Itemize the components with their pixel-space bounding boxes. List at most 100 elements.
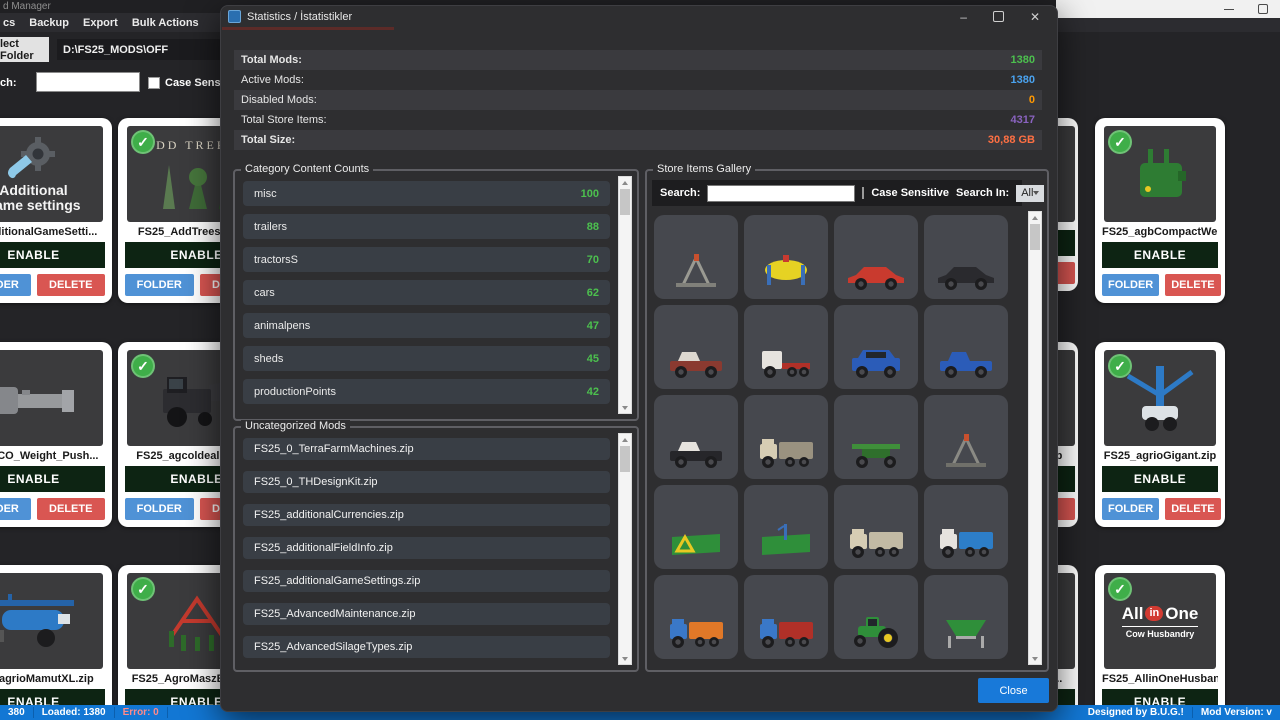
uncategorized-mod-row[interactable]: FS25_0_TerraFarmMachines.zip bbox=[243, 438, 610, 460]
store-item-tile[interactable] bbox=[924, 215, 1008, 299]
scrollbar-thumb[interactable] bbox=[620, 189, 630, 215]
dialog-close-icon[interactable]: ✕ bbox=[1030, 11, 1040, 23]
uncategorized-mod-row[interactable]: FS25_0_THDesignKit.zip bbox=[243, 471, 610, 493]
minimize-icon[interactable] bbox=[1224, 9, 1234, 10]
stat-row: Total Size:30,88 GB bbox=[234, 130, 1042, 150]
close-button[interactable]: Close bbox=[978, 678, 1049, 703]
store-item-tile[interactable] bbox=[834, 395, 918, 479]
uncategorized-mod-row[interactable]: FS25_AdvancedSilageTypes.zip bbox=[243, 636, 610, 658]
category-count: 100 bbox=[581, 188, 599, 200]
store-item-tile[interactable] bbox=[834, 305, 918, 389]
category-row[interactable]: productionPoints 42 bbox=[243, 379, 610, 404]
enable-button[interactable]: ENABLE bbox=[1102, 466, 1218, 492]
store-item-tile[interactable] bbox=[924, 575, 1008, 659]
menu-item-export[interactable]: Export bbox=[83, 17, 118, 29]
stat-label: Disabled Mods: bbox=[241, 94, 317, 106]
store-item-tile[interactable] bbox=[654, 215, 738, 299]
stats-summary: Total Mods:1380Active Mods:1380Disabled … bbox=[234, 50, 1042, 150]
store-item-tile[interactable] bbox=[744, 575, 828, 659]
category-row[interactable]: cars62 bbox=[243, 280, 610, 305]
scrollbar-thumb[interactable] bbox=[1030, 224, 1040, 250]
scrollbar-thumb[interactable] bbox=[620, 446, 630, 472]
uncategorized-mod-row[interactable]: FS25_additionalGameSettings.zip bbox=[243, 570, 610, 592]
folder-button[interactable]: FOLDER bbox=[1102, 274, 1159, 296]
uncategorized-groupbox: Uncategorized Mods FS25_0_TerraFarmMachi… bbox=[233, 426, 639, 672]
scroll-down-icon[interactable] bbox=[619, 653, 631, 664]
stat-label: Active Mods: bbox=[241, 74, 304, 86]
case-sensitive-checkbox[interactable] bbox=[148, 77, 160, 89]
status-segment: Mod Version: v bbox=[1193, 707, 1280, 718]
weight-green-icon bbox=[1120, 143, 1200, 205]
store-item-tile[interactable] bbox=[654, 395, 738, 479]
stat-value: 4317 bbox=[1011, 114, 1035, 126]
store-item-tile[interactable] bbox=[834, 215, 918, 299]
category-name: productionPoints bbox=[254, 386, 336, 398]
gallery-case-sensitive-checkbox[interactable] bbox=[862, 187, 864, 199]
category-row[interactable]: tractorsS70 bbox=[243, 247, 610, 272]
folder-button[interactable]: FOLDER bbox=[1102, 498, 1159, 520]
folder-button[interactable]: FOLDER bbox=[125, 274, 194, 296]
mod-thumbnail: ✓AllinOneCow Husbandry bbox=[1104, 573, 1216, 669]
mod-filename: 5_AGCO_Weight_Push... bbox=[0, 450, 105, 462]
search-input[interactable] bbox=[36, 72, 140, 92]
delete-button[interactable]: DELETE bbox=[1165, 274, 1220, 296]
store-item-tile[interactable] bbox=[654, 575, 738, 659]
store-item-tile[interactable] bbox=[834, 485, 918, 569]
category-count: 42 bbox=[587, 386, 599, 398]
category-row[interactable]: animalpens47 bbox=[243, 313, 610, 338]
store-item-tile[interactable] bbox=[744, 485, 828, 569]
dialog-accent-bar bbox=[222, 27, 394, 30]
category-scrollbar[interactable] bbox=[618, 176, 632, 414]
folder-button[interactable]: FOLDER bbox=[0, 498, 31, 520]
dialog-minimize-icon[interactable]: – bbox=[960, 11, 967, 23]
delete-button[interactable]: DELETE bbox=[37, 274, 106, 296]
uncategorized-mod-row[interactable]: FS25_additionalFieldInfo.zip bbox=[243, 537, 610, 559]
folder-path-field[interactable]: D:\FS25_MODS\OFF bbox=[57, 39, 220, 60]
uncategorized-mod-row[interactable]: FS25_additionalCurrencies.zip bbox=[243, 504, 610, 526]
enable-button[interactable]: ENABLE bbox=[0, 466, 105, 492]
scroll-down-icon[interactable] bbox=[619, 402, 631, 413]
enable-button[interactable]: ENABLE bbox=[0, 242, 105, 268]
category-row[interactable]: trailers88 bbox=[243, 214, 610, 239]
store-item-tile[interactable] bbox=[744, 305, 828, 389]
scroll-up-icon[interactable] bbox=[1029, 212, 1041, 223]
store-item-tile[interactable] bbox=[924, 395, 1008, 479]
category-row[interactable]: sheds45 bbox=[243, 346, 610, 371]
store-item-tile[interactable] bbox=[744, 395, 828, 479]
dialog-maximize-icon[interactable] bbox=[993, 11, 1004, 22]
status-ok-icon: ✓ bbox=[131, 577, 155, 601]
weight-gray-icon bbox=[0, 370, 80, 426]
store-item-tile[interactable] bbox=[834, 575, 918, 659]
delete-button[interactable]: DELETE bbox=[37, 498, 106, 520]
delete-button[interactable]: DELETE bbox=[1165, 498, 1220, 520]
category-count: 62 bbox=[587, 287, 599, 299]
store-item-tile[interactable] bbox=[654, 485, 738, 569]
category-row[interactable]: misc100 bbox=[243, 181, 610, 206]
store-item-tile[interactable] bbox=[654, 305, 738, 389]
store-item-tile[interactable] bbox=[924, 485, 1008, 569]
search-in-dropdown[interactable]: All bbox=[1016, 185, 1044, 202]
enable-button[interactable]: ENABLE bbox=[1102, 242, 1218, 268]
gallery-scrollbar[interactable] bbox=[1028, 211, 1042, 665]
folder-button[interactable]: FOLDER bbox=[0, 274, 31, 296]
store-item-tile[interactable] bbox=[744, 215, 828, 299]
status-segment: Error: 0 bbox=[115, 707, 167, 718]
scroll-up-icon[interactable] bbox=[619, 434, 631, 445]
store-item-tile[interactable] bbox=[924, 305, 1008, 389]
menu-item-bulk-actions[interactable]: Bulk Actions bbox=[132, 17, 199, 29]
menu-item-cs[interactable]: cs bbox=[3, 17, 15, 29]
select-folder-button[interactable]: lect Folder bbox=[0, 37, 49, 62]
gallery-search-input[interactable] bbox=[707, 185, 855, 202]
uncategorized-scrollbar[interactable] bbox=[618, 433, 632, 665]
scroll-up-icon[interactable] bbox=[619, 177, 631, 188]
scroll-down-icon[interactable] bbox=[1029, 653, 1041, 664]
maximize-icon[interactable] bbox=[1258, 4, 1268, 14]
menu-item-backup[interactable]: Backup bbox=[29, 17, 69, 29]
chevron-down-icon bbox=[1033, 191, 1039, 195]
stat-value: 1380 bbox=[1011, 54, 1035, 66]
dialog-app-icon bbox=[228, 10, 241, 23]
mod-thumbnail: ✓ bbox=[0, 350, 103, 446]
uncategorized-mod-row[interactable]: FS25_AdvancedMaintenance.zip bbox=[243, 603, 610, 625]
folder-button[interactable]: FOLDER bbox=[125, 498, 194, 520]
allinone-icon: AllinOneCow Husbandry bbox=[1122, 604, 1199, 639]
